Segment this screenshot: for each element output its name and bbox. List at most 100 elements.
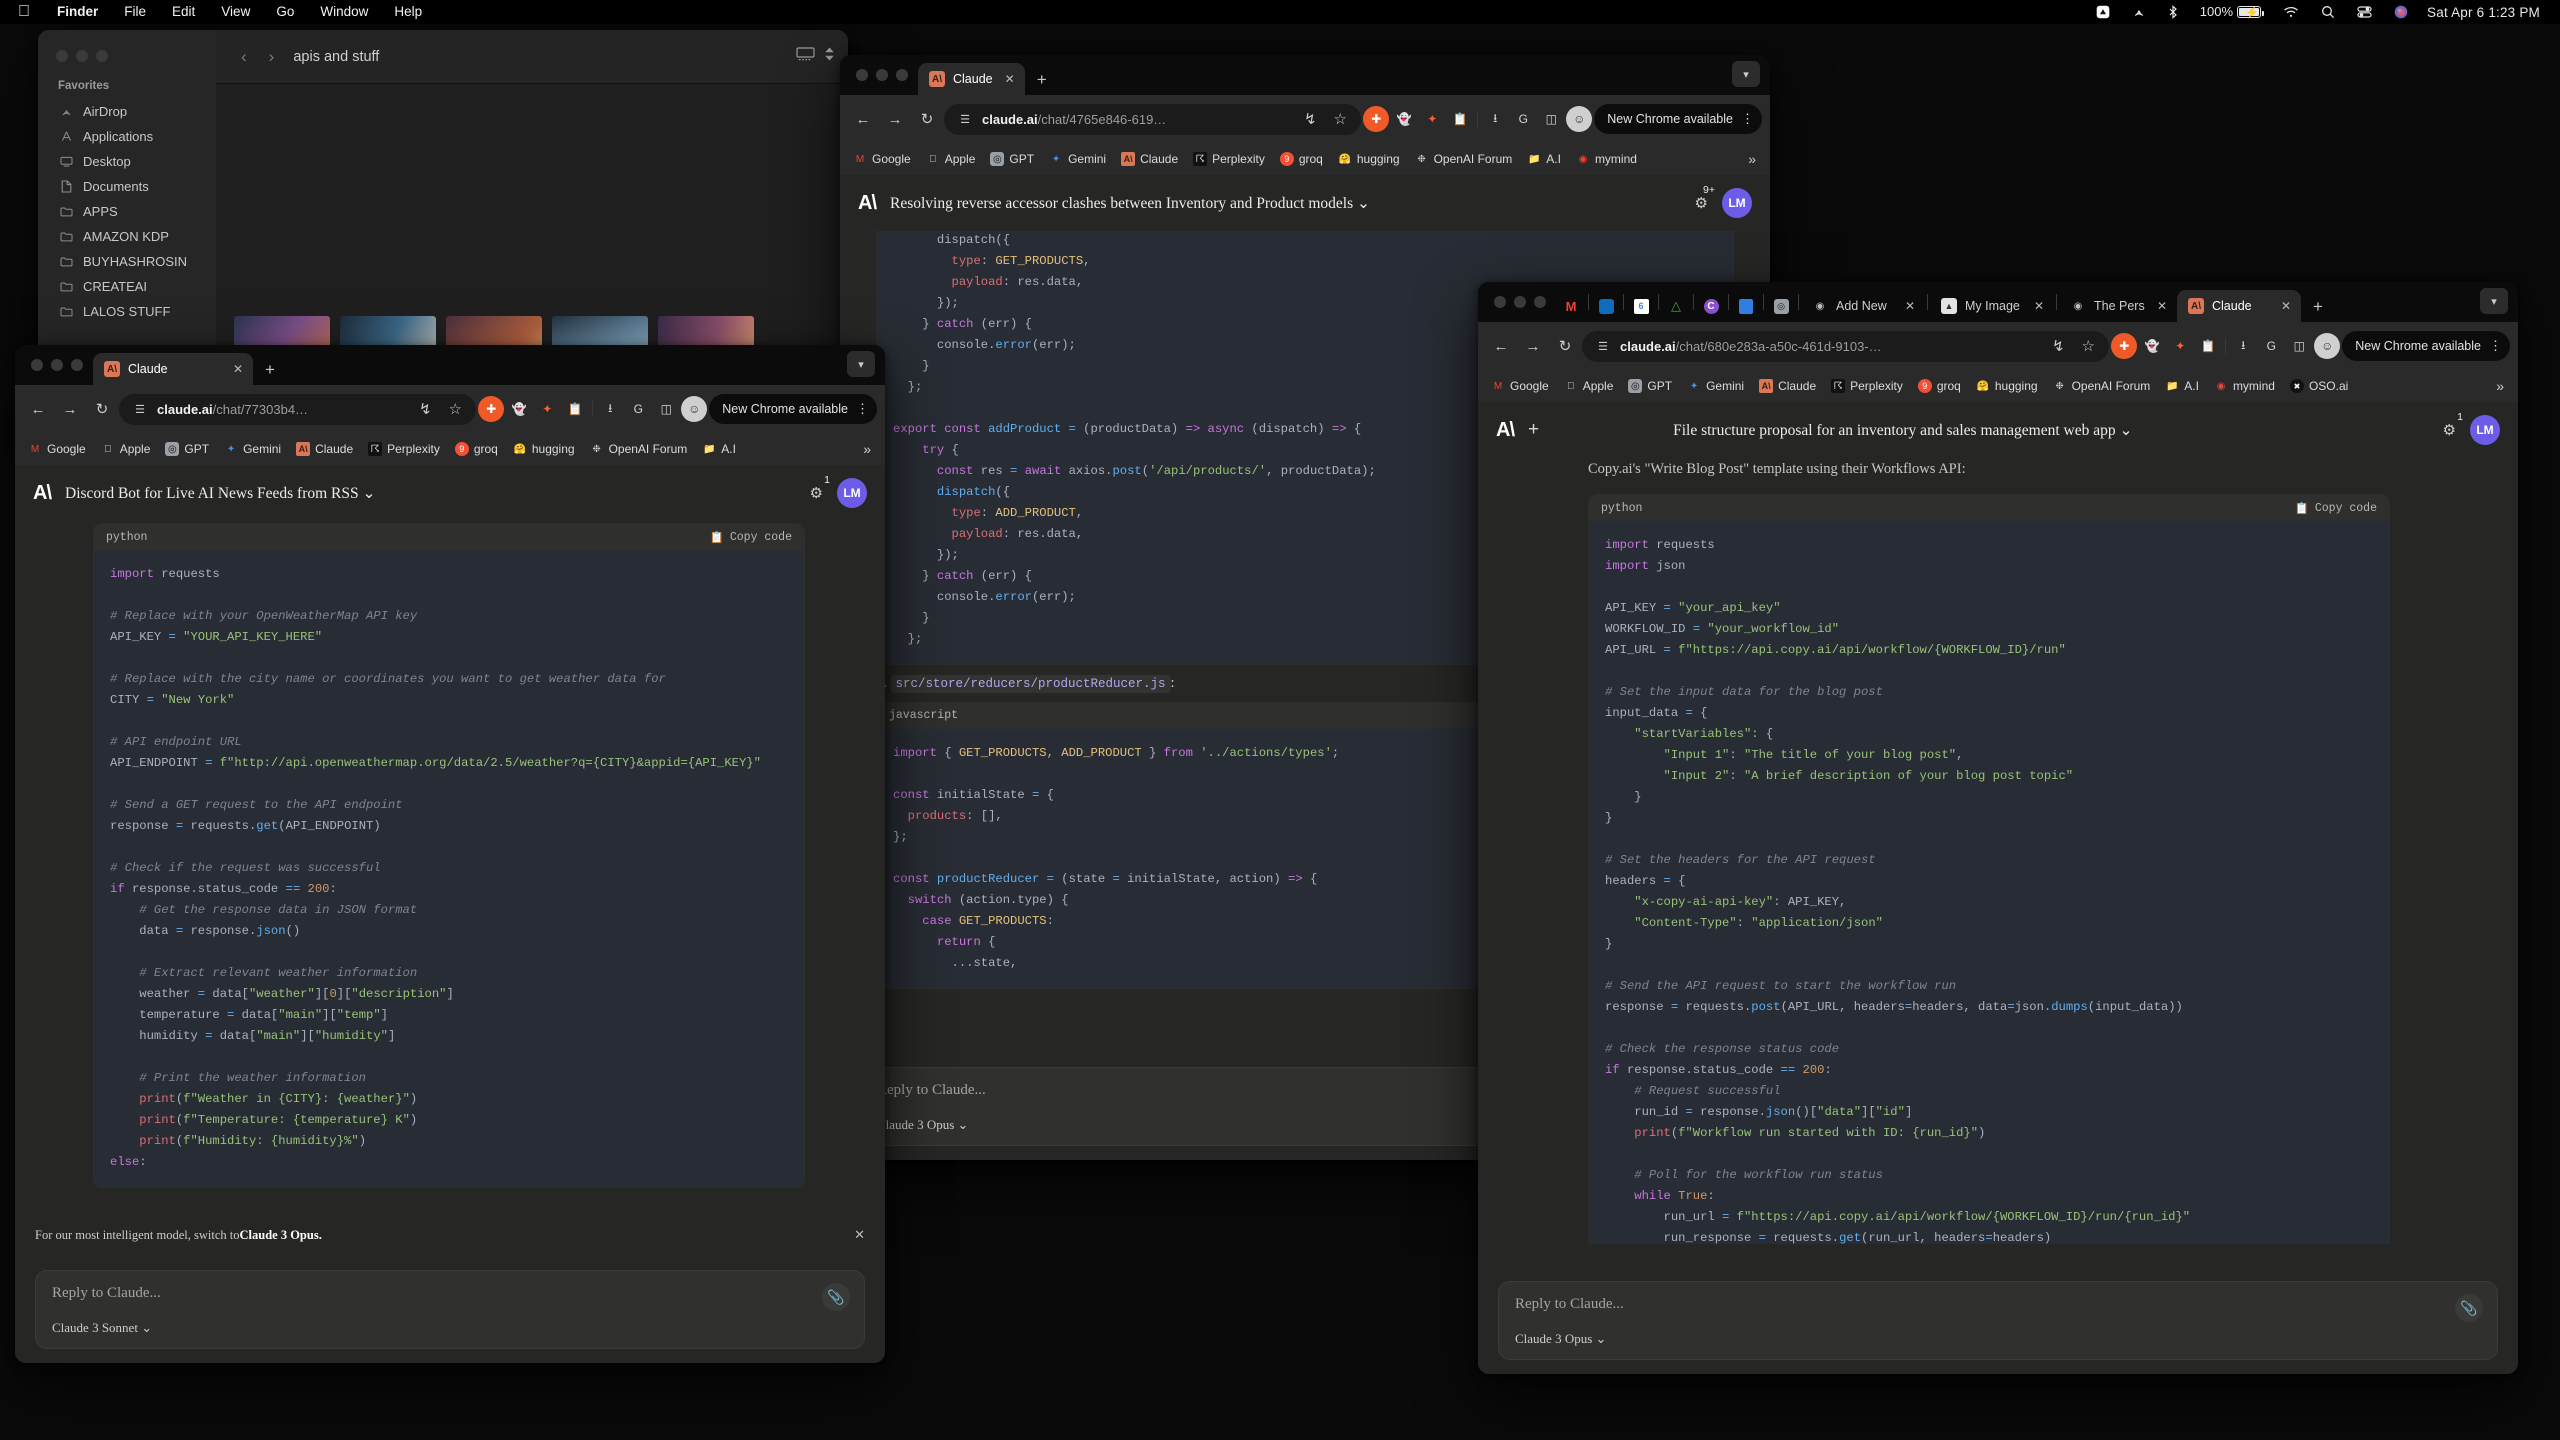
sidebar-item-documents[interactable]: Documents (38, 174, 216, 199)
tab-search-chevron-down-icon[interactable]: ▾ (2480, 288, 2508, 314)
chrome-window-1[interactable]: A\ Claude ✕ + ▾ ← → ↻ ☰ claude.ai/chat/7… (15, 345, 885, 1363)
extension-icon-ghost[interactable]: 👻 (1391, 106, 1417, 132)
settings-sliders-icon[interactable]: ⚙ 9+ (1695, 184, 1715, 212)
search-icon[interactable] (2310, 5, 2346, 19)
bookmark-hugging[interactable]: 🤗 hugging (1969, 375, 2045, 397)
close-tab-icon[interactable]: ✕ (2281, 299, 2291, 313)
new-tab-button[interactable]: + (253, 360, 287, 385)
traffic-lights[interactable] (1490, 282, 1556, 322)
back-button[interactable]: ← (23, 394, 53, 424)
settings-sliders-icon[interactable]: ⚙ 1 (2443, 411, 2463, 439)
side-panel-icon[interactable]: ◫ (2286, 333, 2312, 359)
new-tab-button[interactable]: + (1025, 70, 1059, 95)
bookmark-perplexity[interactable]: ☈ Perplexity (361, 438, 447, 460)
bookmark-claude[interactable]: A\ Claude (1114, 148, 1185, 170)
extension-icon-ghost[interactable]: 👻 (506, 396, 532, 422)
minimize-button[interactable] (51, 359, 63, 371)
pinned-tab-calendar[interactable]: 6 (1626, 290, 1656, 322)
profile-avatar[interactable]: ☺ (681, 396, 708, 422)
extension-icon-sparkle[interactable]: ✦ (534, 396, 560, 422)
settings-sliders-icon[interactable]: ⚙ 1 (810, 474, 830, 502)
close-button[interactable] (31, 359, 43, 371)
bookmark-oso-ai[interactable]: ✖ OSO.ai (2283, 375, 2355, 397)
bookmark-google[interactable]: M Google (21, 438, 93, 460)
bookmark-hugging[interactable]: 🤗 hugging (506, 438, 582, 460)
bookmark-star-icon[interactable]: ☆ (2077, 331, 2099, 361)
google-account-icon[interactable]: G (2258, 333, 2284, 359)
pinned-tab-outlook[interactable] (1591, 290, 1621, 322)
extension-icon-1[interactable]: ✚ (2111, 333, 2138, 359)
chrome-menu-icon[interactable]: ⋮ (1741, 111, 1754, 127)
menu-item-finder[interactable]: Finder (44, 0, 111, 24)
chrome-menu-icon[interactable]: ⋮ (2489, 338, 2502, 354)
sidebar-item-lalos-stuff[interactable]: LALOS STUFF (38, 299, 216, 324)
conversation-scroll[interactable]: python 📋 Copy code import requests # Rep… (15, 523, 885, 1213)
downloads-icon[interactable]: ⭳ (1482, 106, 1508, 132)
sidebar-item-apps[interactable]: APPS (38, 199, 216, 224)
avatar[interactable]: LM (1722, 188, 1752, 218)
extension-icon-clipboard[interactable]: 📋 (562, 396, 588, 422)
bookmark-gemini[interactable]: ✦ Gemini (1680, 375, 1751, 397)
sidebar-item-desktop[interactable]: Desktop (38, 149, 216, 174)
close-tab-icon[interactable]: ✕ (233, 362, 243, 376)
composer-box[interactable]: Reply to Claude... Claude 3 Sonnet ⌄ 📎 (35, 1270, 865, 1349)
minimize-button[interactable] (76, 50, 88, 62)
bookmark-star-icon[interactable]: ☆ (444, 394, 466, 424)
chat-title[interactable]: Discord Bot for Live AI News Feeds from … (65, 484, 376, 503)
site-settings-icon[interactable]: ☰ (131, 400, 149, 418)
bookmark-openai-forum[interactable]: ❉ OpenAI Forum (2046, 375, 2158, 397)
siri-icon[interactable] (2383, 5, 2419, 19)
downloads-icon[interactable]: ⭳ (597, 396, 623, 422)
pinned-tab-c[interactable]: C (1696, 290, 1726, 322)
sidebar-item-buyhashrosin[interactable]: BUYHASHROSIN (38, 249, 216, 274)
bookmark-claude[interactable]: A\ Claude (1752, 375, 1823, 397)
attach-file-icon[interactable]: 📎 (822, 1283, 850, 1311)
bookmark-mymind[interactable]: ◉ mymind (2207, 375, 2282, 397)
wifi-icon[interactable] (2272, 5, 2310, 19)
bookmarks-overflow-button[interactable]: » (1740, 151, 1764, 167)
bookmark-apple[interactable]:  Apple (919, 148, 983, 170)
forward-button[interactable]: → (880, 104, 910, 134)
claude-logo-icon[interactable]: A\ (858, 192, 877, 215)
drive-icon[interactable] (2085, 5, 2121, 19)
side-panel-icon[interactable]: ◫ (653, 396, 679, 422)
profile-avatar[interactable]: ☺ (1566, 106, 1593, 132)
sidebar-item-airdrop[interactable]: AirDrop (38, 99, 216, 124)
chrome-menu-icon[interactable]: ⋮ (856, 401, 869, 417)
traffic-lights[interactable] (27, 345, 93, 385)
extension-icon-ghost[interactable]: 👻 (2139, 333, 2165, 359)
maximize-button[interactable] (896, 69, 908, 81)
chat-title[interactable]: File structure proposal for an inventory… (1673, 421, 2132, 440)
close-tab-icon[interactable]: ✕ (2157, 299, 2167, 313)
bookmark-groq[interactable]: 9 groq (448, 438, 505, 460)
maximize-button[interactable] (71, 359, 83, 371)
google-account-icon[interactable]: G (1510, 106, 1536, 132)
bookmark-hugging[interactable]: 🤗 hugging (1331, 148, 1407, 170)
pinned-tab-drive[interactable]: △ (1661, 290, 1691, 322)
profile-avatar[interactable]: ☺ (2314, 333, 2341, 359)
tab-search-chevron-down-icon[interactable]: ▾ (847, 351, 875, 377)
new-chrome-available-button[interactable]: New Chrome available ⋮ (1594, 104, 1762, 134)
extension-icon-sparkle[interactable]: ✦ (1419, 106, 1445, 132)
bookmarks-overflow-button[interactable]: » (2488, 378, 2512, 394)
bookmark-gemini[interactable]: ✦ Gemini (1042, 148, 1113, 170)
tab-my-image[interactable]: ▲ My Image ✕ (1930, 290, 2054, 322)
minimize-button[interactable] (876, 69, 888, 81)
install-app-icon[interactable]: ↯ (1299, 104, 1321, 134)
address-bar[interactable]: ☰ claude.ai/chat/4765e846-619… ↯ ☆ (944, 103, 1362, 135)
tab-add-new[interactable]: ◉ Add New ✕ (1801, 290, 1925, 322)
finder-file-grid[interactable] (216, 84, 848, 370)
menu-item-window[interactable]: Window (307, 0, 381, 24)
attach-file-icon[interactable]: 📎 (2455, 1294, 2483, 1322)
sort-icon[interactable] (825, 47, 834, 66)
message-input[interactable]: Reply to Claude... (1515, 1296, 2481, 1313)
bookmark-apple[interactable]:  Apple (1557, 375, 1621, 397)
menu-item-file[interactable]: File (111, 0, 159, 24)
install-app-icon[interactable]: ↯ (2047, 331, 2069, 361)
tab-search-chevron-down-icon[interactable]: ▾ (1732, 61, 1760, 87)
reload-button[interactable]: ↻ (1550, 331, 1580, 361)
bookmark-ai-folder[interactable]: 📁 A.I (1520, 148, 1568, 170)
pinned-tab-gmail[interactable]: M (1556, 290, 1586, 322)
bluetooth-icon[interactable] (2157, 5, 2189, 19)
copy-code-button[interactable]: 📋 Copy code (710, 530, 792, 545)
